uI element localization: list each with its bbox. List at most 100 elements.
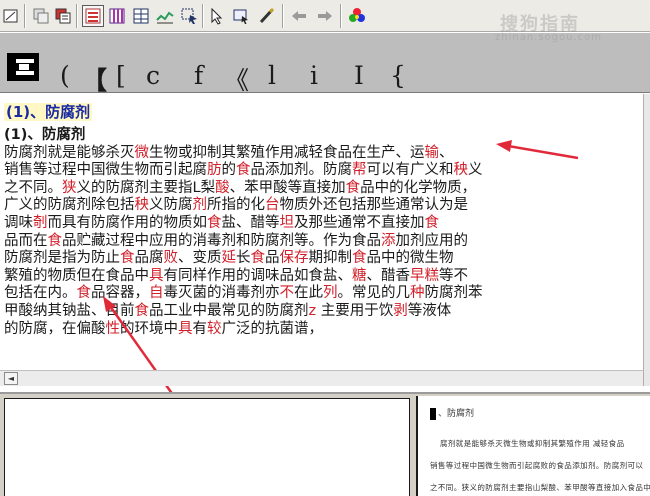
text-segment: 包括在内。 <box>4 285 77 302</box>
highlighted-char: 输 <box>424 144 440 161</box>
char-cell[interactable]: { <box>390 61 410 97</box>
highlighted-char: 秧 <box>453 162 469 179</box>
scroll-left-arrow-icon[interactable]: ◄ <box>4 372 18 385</box>
highlighted-char: 食 <box>120 250 135 267</box>
select-icon[interactable] <box>178 5 200 27</box>
character-row: ( 【 [ c f 《 l i I { <box>60 61 410 97</box>
text-segment: 义防腐 <box>149 197 193 214</box>
highlighted-char: 帮 <box>352 162 367 179</box>
text-segment: 及那些通常不直接加 <box>294 214 425 231</box>
recognized-text[interactable]: (1)、防腐剂 防腐剂就是能够杀灭微生物或抑制其繁殖作用减轻食品在生产、运输、销… <box>4 127 524 338</box>
highlighted-char: 延 <box>221 250 237 267</box>
watermark-sub: zhinan.sogou.com <box>495 32 603 43</box>
highlighted-char: 不 <box>279 285 295 302</box>
text-line: 调味剞而具有防腐作用的物质如食盐、醋等坦及那些通常不直接加食 <box>4 215 524 233</box>
text-segment: 广泛的抗菌谱， <box>221 320 324 337</box>
toolbar-separator <box>282 4 284 28</box>
text-segment: 长 <box>236 250 251 267</box>
highlighted-char: 狭 <box>62 179 77 196</box>
char-cell[interactable]: i <box>310 61 354 97</box>
selected-heading[interactable]: (1)、防腐剂 <box>4 103 93 121</box>
text-line: 广义的防腐剂除包括秧义防腐剂所指的化台物质外还包括那些通常认为是 <box>4 197 524 215</box>
text-segment: 甲酸纳其钠盐、目前 <box>4 302 135 319</box>
char-cell[interactable]: ( <box>60 61 82 97</box>
text-segment: 、醋香 <box>366 267 411 284</box>
page-preview[interactable]: 、防腐剂 腐剂就是能够杀灭微生物或抑制其繁殖作用 减轻食品 销售等过程中国微生物… <box>416 396 650 496</box>
text-segment: 品中的微生物 <box>366 250 454 267</box>
text-segment: 品容器， <box>91 285 149 302</box>
chart-icon[interactable] <box>154 5 176 27</box>
highlighted-char: 食 <box>47 232 63 249</box>
text-segment: 的防腐，在偏酸 <box>4 320 106 337</box>
pointer-icon[interactable] <box>206 5 228 27</box>
text-segment: 、变质 <box>178 250 222 267</box>
highlighted-char: 酸 <box>215 179 230 196</box>
arrow-right-icon[interactable] <box>314 5 336 27</box>
highlighted-char: 食 <box>424 214 440 231</box>
arrow-left-icon[interactable] <box>288 5 310 27</box>
text-segment: 义 <box>468 162 483 179</box>
text-segment: 义的防腐剂主要指L梨 <box>76 179 216 196</box>
pen-icon[interactable] <box>256 5 278 27</box>
text-segment: 品工业中最常见的防腐剂 <box>149 302 309 319</box>
text-line: 甲酸纳其钠盐、目前食品工业中最常见的防腐剂z 主要用于饮剥等液体 <box>4 303 524 321</box>
toolbar-separator <box>24 4 26 28</box>
text-segment: 品而在 <box>4 232 48 249</box>
text-segment: 主要用于饮 <box>316 302 394 319</box>
highlighted-char: 剥 <box>393 302 408 319</box>
highlighted-char: 坦 <box>279 214 295 231</box>
highlighted-char: 食 <box>207 214 222 231</box>
char-cell[interactable]: 【 <box>82 61 116 97</box>
text-line: 销售等过程中国微生物而引起腐肪的食品添加剂。防腐帮可以有广义和秧义 <box>4 162 524 180</box>
list-red-icon[interactable] <box>82 5 104 27</box>
text-pane[interactable]: (1)、防腐剂 (1)、防腐剂 防腐剂就是能够杀灭微生物或抑制其繁殖作用减轻食品… <box>0 94 650 386</box>
bottom-left-pane[interactable] <box>4 398 410 496</box>
text-segment: 的 <box>221 162 237 179</box>
text-segment: 期抑制 <box>308 250 353 267</box>
highlighted-char: 食 <box>76 285 92 302</box>
char-cell[interactable]: I <box>354 61 390 97</box>
text-segment: 、 <box>439 144 454 161</box>
highlighted-char: 列 <box>323 285 338 302</box>
char-cell[interactable]: 《 <box>224 61 268 97</box>
text-segment: 在此 <box>294 285 323 302</box>
text-segment: 所指的化 <box>207 197 265 214</box>
toolbar-separator <box>202 4 204 28</box>
char-cell[interactable]: f <box>194 61 224 97</box>
horizontal-scrollbar[interactable]: ◄ <box>0 370 643 386</box>
table-blue-icon[interactable] <box>130 5 152 27</box>
text-segment: 防腐剂苯 <box>424 285 483 302</box>
text-segment: 防腐剂是指为防止 <box>4 250 120 267</box>
glyph-block-icon <box>430 407 436 420</box>
highlighted-char: 微 <box>134 144 150 161</box>
text-segment: 品中的化学物质， <box>360 179 477 196</box>
glyph-block-icon <box>7 53 39 81</box>
text-segment: 而具有防腐作用的物质如 <box>47 214 208 231</box>
text-line: 防腐剂就是能够杀灭微生物或抑制其繁殖作用减轻食品在生产、运输、 <box>4 145 524 163</box>
highlighted-char: 败 <box>163 250 179 267</box>
grid-red-icon[interactable] <box>52 5 74 27</box>
text-segment: 生物或抑制其繁殖作用减轻食品在生产、运 <box>149 144 425 161</box>
char-cell[interactable]: [ <box>116 61 146 97</box>
highlighted-char: 具 <box>178 320 193 337</box>
highlighted-char: 添 <box>381 232 396 249</box>
grid-icon[interactable] <box>30 5 52 27</box>
frame-icon[interactable] <box>0 5 22 27</box>
color-palette-icon[interactable] <box>346 5 368 27</box>
text-segment: 销售等过程中国微生物而引起腐 <box>4 162 207 179</box>
char-cell[interactable]: l <box>268 61 310 97</box>
highlighted-char: 具 <box>149 267 164 284</box>
text-segment: 毒灭菌的消毒剂亦 <box>163 285 280 302</box>
highlighted-char: 自 <box>149 285 164 302</box>
highlighted-char: 剞 <box>33 214 48 231</box>
highlighted-char: 食 <box>134 302 150 319</box>
preview-line: 腐剂就是能够杀灭微生物或抑制其繁殖作用 减轻食品 <box>440 439 625 448</box>
pane-edge <box>643 94 650 386</box>
text-segment: 防腐剂就是能够杀灭 <box>4 144 135 161</box>
highlighted-char: 秧 <box>134 197 150 214</box>
region-icon[interactable] <box>230 5 252 27</box>
highlighted-char: z <box>308 302 317 319</box>
text-segment: 等液体 <box>407 302 452 319</box>
char-cell[interactable]: c <box>146 61 194 97</box>
table-purple-icon[interactable] <box>106 5 128 27</box>
